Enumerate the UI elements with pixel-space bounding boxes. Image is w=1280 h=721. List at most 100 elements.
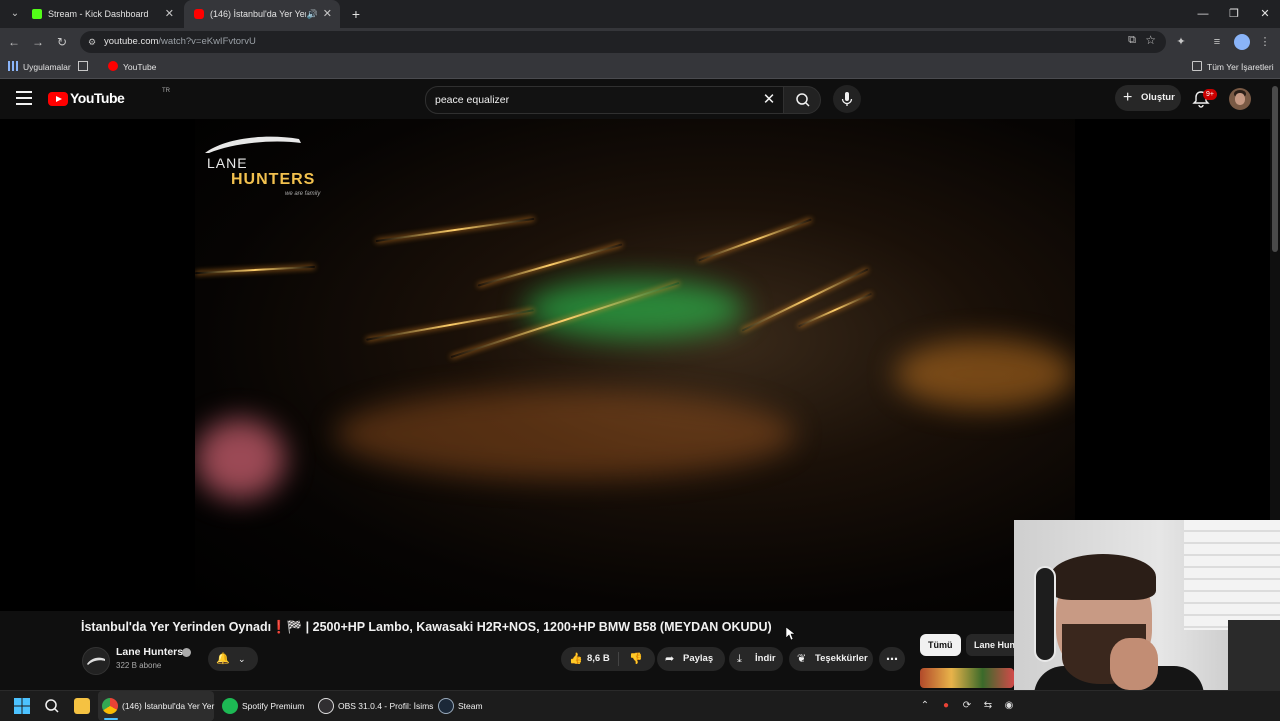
- video-frame[interactable]: LANE HUNTERS we are family: [195, 119, 1075, 611]
- bookmark-label: Uygulamalar: [23, 62, 71, 72]
- taskbar-label: (146) İstanbul'da Yer Yer: [122, 701, 215, 711]
- file-explorer-button[interactable]: [72, 691, 92, 721]
- all-bookmarks[interactable]: Tüm Yer İşaretleri: [1192, 56, 1274, 78]
- new-tab-icon[interactable]: +: [346, 4, 366, 24]
- tab-youtube-video[interactable]: (146) İstanbul'da Yer Yerinde... 🔊 ✕: [184, 0, 340, 28]
- thanks-icon: ❦: [797, 653, 807, 665]
- account-avatar[interactable]: [1229, 88, 1251, 110]
- search-icon: [45, 699, 59, 713]
- light-streak: [195, 265, 315, 275]
- like-button[interactable]: 👍 8,6 B: [561, 647, 618, 671]
- spotify-icon: [222, 698, 238, 714]
- green-light-glow: [525, 279, 745, 339]
- chip-all[interactable]: Tümü: [920, 634, 961, 656]
- streamer-hair: [1050, 554, 1156, 600]
- channel-logo-icon: [87, 657, 105, 665]
- headset-icon: [1034, 566, 1056, 662]
- light-streak: [375, 217, 535, 243]
- apps-grid-icon: [8, 61, 18, 71]
- reading-list-icon[interactable]: ≡: [1208, 33, 1226, 51]
- thanks-button[interactable]: ❦ Teşekkürler: [789, 647, 873, 671]
- thumbs-down-icon: 👎: [629, 653, 643, 665]
- create-button[interactable]: + Oluştur: [1115, 85, 1181, 111]
- logo-text: YouTube: [70, 90, 125, 106]
- minimize-icon[interactable]: —: [1188, 0, 1218, 28]
- tray-sync-icon[interactable]: ⟳: [960, 699, 974, 713]
- verified-icon: [182, 648, 191, 657]
- download-button[interactable]: ⤓ İndir: [729, 647, 783, 671]
- dislike-button[interactable]: 👎: [621, 647, 655, 671]
- car-logo-icon: [205, 136, 301, 153]
- windows-start-icon: [14, 698, 30, 714]
- browser-toolbar: ← → ↻ ⚙ youtube.com/watch?v=eKwIFvtorvU …: [0, 28, 1280, 56]
- kick-icon: [32, 9, 42, 19]
- like-count: 8,6 B: [587, 653, 610, 664]
- notification-badge: 9+: [1203, 89, 1217, 100]
- address-bar[interactable]: ⚙ youtube.com/watch?v=eKwIFvtorvU ⧉ ☆: [80, 31, 1166, 53]
- bookmark-star-icon[interactable]: ☆: [1145, 33, 1156, 47]
- chevron-down-icon: ⌄: [238, 654, 246, 664]
- subscription-notifications-button[interactable]: 🔔 ⌄: [208, 647, 258, 671]
- tab-kick-dashboard[interactable]: Stream - Kick Dashboard ✕: [22, 0, 182, 28]
- channel-avatar[interactable]: [82, 647, 110, 675]
- forward-icon[interactable]: →: [28, 32, 48, 52]
- close-tab-icon[interactable]: ✕: [323, 0, 332, 28]
- back-icon[interactable]: ←: [4, 32, 24, 52]
- watermark-tagline: we are family: [285, 191, 321, 197]
- taskbar-label: Spotify Premium: [242, 701, 305, 711]
- install-app-icon[interactable]: ⧉: [1128, 34, 1136, 47]
- thumbs-up-icon: 👍: [569, 653, 583, 665]
- like-dislike-group: 👍 8,6 B 👎: [561, 647, 655, 671]
- share-icon: ➦: [665, 653, 675, 665]
- taskbar-chrome[interactable]: (146) İstanbul'da Yer Yer: [98, 691, 214, 721]
- clear-search-icon[interactable]: ✕: [760, 91, 778, 109]
- search-icon: [796, 93, 810, 107]
- restore-icon[interactable]: ❐: [1219, 0, 1249, 28]
- tab-title: Stream - Kick Dashboard: [48, 9, 149, 19]
- channel-watermark: LANE HUNTERS we are family: [197, 131, 337, 197]
- profile-avatar[interactable]: [1234, 34, 1250, 50]
- site-info-icon[interactable]: ⚙: [86, 36, 98, 48]
- extensions-icon[interactable]: ✦: [1172, 33, 1190, 51]
- bookmark-apps[interactable]: Uygulamalar: [8, 56, 71, 78]
- channel-name[interactable]: Lane Hunters: [116, 646, 183, 658]
- close-window-icon[interactable]: ✕: [1250, 0, 1280, 28]
- taskbar-search-button[interactable]: [42, 691, 62, 721]
- url-path: /watch?v=eKwIFvtorvU: [158, 36, 256, 47]
- tray-network-icon[interactable]: ⇆: [981, 699, 995, 713]
- taskbar-obs[interactable]: OBS 31.0.4 - Profil: İsims: [316, 691, 434, 721]
- share-button[interactable]: ➦ Paylaş: [657, 647, 725, 671]
- taskbar-steam[interactable]: Steam: [436, 691, 486, 721]
- grid-icon: [78, 61, 88, 71]
- bookmarks-bar: Uygulamalar YouTube Tüm Yer İşaretleri: [0, 56, 1280, 79]
- streamer-hand: [1110, 638, 1158, 690]
- audio-playing-icon[interactable]: 🔊: [307, 0, 318, 28]
- bookmark-grid[interactable]: [78, 56, 93, 78]
- tray-overflow-icon[interactable]: ⌃: [918, 699, 932, 713]
- tray-app-icon[interactable]: ◉: [1002, 699, 1016, 713]
- reload-icon[interactable]: ↻: [52, 32, 72, 52]
- download-icon: ⤓: [737, 653, 742, 665]
- bookmark-label: YouTube: [123, 62, 157, 72]
- page-scrollbar[interactable]: [1272, 86, 1278, 252]
- search-input[interactable]: peace equalizer ✕: [425, 86, 785, 114]
- watermark-hunters: HUNTERS: [231, 171, 316, 188]
- taskbar-spotify[interactable]: Spotify Premium: [220, 691, 310, 721]
- url-text: youtube.com/watch?v=eKwIFvtorvU: [104, 31, 256, 53]
- browser-menu-icon[interactable]: ⋮: [1256, 33, 1274, 51]
- related-video-thumbnail[interactable]: [920, 668, 1014, 688]
- more-actions-button[interactable]: ⋯: [879, 647, 905, 671]
- tray-recorder-icon[interactable]: ●: [939, 699, 953, 713]
- voice-search-button[interactable]: [833, 85, 861, 113]
- start-button[interactable]: [12, 691, 32, 721]
- background-shelf: [1184, 520, 1280, 630]
- search-button[interactable]: [783, 86, 821, 114]
- taskbar-label: OBS 31.0.4 - Profil: İsims: [338, 701, 434, 711]
- create-label: Oluştur: [1141, 92, 1175, 103]
- close-tab-icon[interactable]: ✕: [165, 0, 174, 28]
- youtube-play-icon: [48, 92, 68, 106]
- menu-icon[interactable]: [16, 91, 32, 105]
- bookmark-youtube[interactable]: YouTube: [108, 56, 156, 78]
- browser-tab-strip: ⌄ Stream - Kick Dashboard ✕ (146) İstanb…: [0, 0, 1280, 28]
- country-code: TR: [162, 88, 170, 94]
